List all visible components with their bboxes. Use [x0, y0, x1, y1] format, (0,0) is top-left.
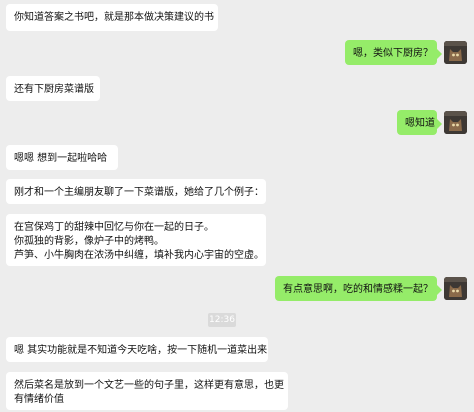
message-bubble-left[interactable]: 然后菜名是放到一个文艺一些的句子里，这样更有意思，也更 有情绪价值 [6, 372, 288, 410]
chat-window: 你知道答案之书吧，就是那本做决策建议的书 嗯，类似下厨房？ 还有下厨房菜谱版 嗯… [0, 0, 474, 412]
message-bubble-left[interactable]: 嗯 其实功能就是不知道今天吃啥，按一下随机一道菜出来 [6, 337, 268, 362]
message-text: 有情绪价值 [14, 394, 64, 405]
message-text: 刚才和一个主编朋友聊了一下菜谱版，她给了几个例子： [14, 187, 264, 198]
timestamp: 12:36 [208, 313, 236, 327]
avatar-cat-icon [444, 111, 467, 134]
message-text: 然后菜名是放到一个文艺一些的句子里，这样更有意思，也更 [14, 380, 284, 391]
message-text: 你孤独的背影，像炉子中的烤鸭。 [14, 236, 164, 247]
message-bubble-left[interactable]: 还有下厨房菜谱版 [6, 76, 100, 101]
message-text: 有点意思啊，吃的和情感糅一起？ [283, 284, 433, 295]
message-bubble-right[interactable]: 有点意思啊，吃的和情感糅一起？ [275, 276, 442, 301]
avatar[interactable] [444, 277, 467, 300]
avatar-cat-icon [444, 41, 467, 64]
message-bubble-right[interactable]: 嗯知道 [397, 110, 442, 135]
message-text: 在宫保鸡丁的甜辣中回忆与你在一起的日子。 [14, 222, 214, 233]
message-text: 嗯嗯 想到一起啦哈哈 [14, 153, 108, 164]
message-bubble-left[interactable]: 刚才和一个主编朋友聊了一下菜谱版，她给了几个例子： [6, 179, 266, 204]
message-bubble-right[interactable]: 嗯，类似下厨房？ [345, 40, 442, 65]
message-bubble-left[interactable]: 你知道答案之书吧，就是那本做决策建议的书 [6, 4, 218, 31]
avatar[interactable] [444, 41, 467, 64]
avatar-cat-icon [444, 277, 467, 300]
message-text: 芦笋、小牛胸肉在浓汤中纠缠，填补我内心宇宙的空虚。 [14, 250, 264, 261]
avatar[interactable] [444, 111, 467, 134]
message-text: 嗯 其实功能就是不知道今天吃啥，按一下随机一道菜出来 [14, 345, 268, 356]
message-text: 还有下厨房菜谱版 [14, 84, 94, 95]
message-text: 嗯知道 [405, 118, 435, 129]
message-text: 嗯，类似下厨房？ [353, 48, 433, 59]
message-bubble-left[interactable]: 嗯嗯 想到一起啦哈哈 [6, 145, 118, 170]
message-text: 你知道答案之书吧，就是那本做决策建议的书 [14, 12, 214, 23]
message-bubble-left[interactable]: 在宫保鸡丁的甜辣中回忆与你在一起的日子。 你孤独的背影，像炉子中的烤鸭。 芦笋、… [6, 214, 266, 266]
